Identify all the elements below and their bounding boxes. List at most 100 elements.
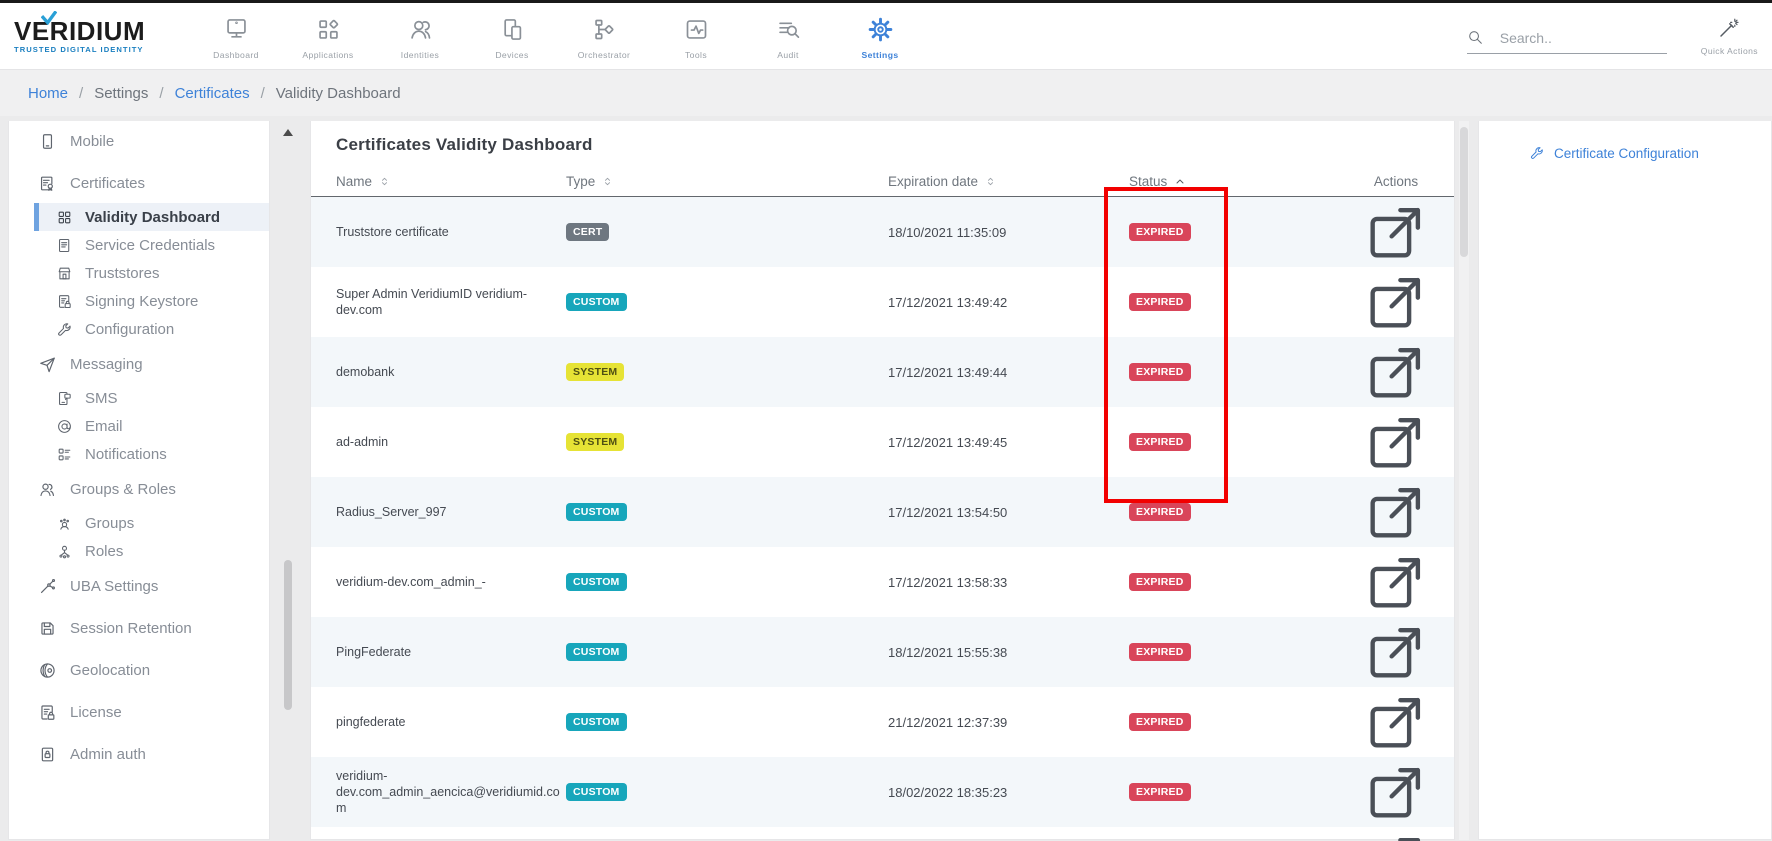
row-actions — [1361, 407, 1431, 477]
sidebar-item-configuration[interactable]: Configuration — [9, 315, 269, 343]
sidebar-item-geolocation[interactable]: Geolocation — [9, 656, 269, 684]
cert-expiration-date: 17/12/2021 13:58:33 — [888, 575, 1108, 590]
content-scrollbar-thumb[interactable] — [1460, 127, 1468, 257]
open-in-new-icon[interactable] — [1361, 197, 1431, 267]
sidebar-item-notifications[interactable]: Notifications — [9, 440, 269, 468]
nav-item-label: Devices — [495, 50, 528, 60]
cert-name: PingFederate — [336, 644, 566, 660]
type-badge: CUSTOM — [566, 293, 627, 311]
type-badge: CUSTOM — [566, 573, 627, 591]
open-in-new-icon[interactable] — [1361, 617, 1431, 687]
sidebar-item-label: Service Credentials — [85, 237, 215, 254]
sidebar-item-signing-keystore[interactable]: Signing Keystore — [9, 287, 269, 315]
sidebar-item-sms[interactable]: SMS — [9, 384, 269, 412]
cert-status: EXPIRED — [1108, 713, 1361, 731]
nav-item-label: Audit — [777, 50, 799, 60]
nav-item-settings[interactable]: Settings — [834, 12, 926, 60]
table-row: ad-adminSYSTEM17/12/2021 13:49:45EXPIRED — [311, 407, 1454, 477]
nav-item-label: Tools — [685, 50, 707, 60]
globe-icon — [38, 661, 57, 680]
veridium-logo[interactable]: VERIDIUM TRUSTED DIGITAL IDENTITY — [14, 18, 164, 54]
type-badge: SYSTEM — [566, 363, 624, 381]
certificate-icon — [38, 174, 57, 193]
content-scrollbar — [1459, 121, 1469, 840]
nav-item-identities[interactable]: Identities — [374, 12, 466, 60]
column-header-expiration-date[interactable]: Expiration date — [888, 174, 1108, 189]
grid-icon — [56, 209, 73, 226]
nav-item-tools[interactable]: Tools — [650, 12, 742, 60]
certificate-configuration-link[interactable]: Certificate Configuration — [1529, 145, 1771, 161]
type-badge: SYSTEM — [566, 433, 624, 451]
sidebar-item-certificates[interactable]: Certificates — [9, 169, 269, 197]
sidebar-item-messaging[interactable]: Messaging — [9, 350, 269, 378]
save-icon — [38, 619, 57, 638]
logo-tagline: TRUSTED DIGITAL IDENTITY — [14, 45, 164, 54]
open-in-new-icon[interactable] — [1361, 407, 1431, 477]
sidebar-item-groups-roles[interactable]: Groups & Roles — [9, 475, 269, 503]
sidebar-item-uba-settings[interactable]: UBA Settings — [9, 572, 269, 600]
sidebar-item-label: Messaging — [70, 356, 143, 373]
breadcrumb-item-certificates[interactable]: Certificates — [175, 85, 250, 102]
open-in-new-icon[interactable] — [1361, 337, 1431, 407]
table-header-row: NameTypeExpiration dateStatusActions — [311, 167, 1454, 197]
sidebar-item-service-credentials[interactable]: Service Credentials — [9, 231, 269, 259]
row-actions — [1361, 617, 1431, 687]
cert-type: CUSTOM — [566, 713, 888, 731]
sidebar-item-label: Roles — [85, 543, 123, 560]
nav-item-dashboard[interactable]: Dashboard — [190, 12, 282, 60]
type-badge: CUSTOM — [566, 643, 627, 661]
search-icon[interactable] — [1467, 29, 1484, 46]
breadcrumb-item-validity-dashboard: Validity Dashboard — [276, 85, 401, 102]
open-in-new-icon[interactable] — [1361, 827, 1431, 841]
sidebar-item-license[interactable]: License — [9, 698, 269, 726]
column-header-name[interactable]: Name — [336, 174, 566, 189]
table-row: Truststore certificateCERT18/10/2021 11:… — [311, 197, 1454, 267]
document-lock-icon — [56, 293, 73, 310]
sidebar-item-validity-dashboard[interactable]: Validity Dashboard — [34, 203, 269, 231]
status-badge: EXPIRED — [1129, 223, 1191, 241]
nav-item-audit[interactable]: Audit — [742, 12, 834, 60]
quick-actions-button[interactable]: Quick Actions — [1701, 16, 1758, 56]
row-actions — [1361, 757, 1431, 827]
scroll-up-arrow[interactable] — [283, 129, 293, 136]
nav-item-devices[interactable]: Devices — [466, 12, 558, 60]
sidebar-item-groups[interactable]: Groups — [9, 509, 269, 537]
open-in-new-icon[interactable] — [1361, 477, 1431, 547]
list-icon — [56, 446, 73, 463]
quick-actions-label: Quick Actions — [1701, 46, 1758, 56]
sidebar-item-label: Groups & Roles — [70, 481, 176, 498]
nav-item-label: Applications — [302, 50, 353, 60]
cert-status: EXPIRED — [1108, 643, 1361, 661]
breadcrumb-separator: / — [79, 85, 83, 102]
cert-name: veridium-dev.com_admin_- — [336, 574, 566, 590]
open-in-new-icon[interactable] — [1361, 547, 1431, 617]
breadcrumb-item-home[interactable]: Home — [28, 85, 68, 102]
nav-item-orchestrator[interactable]: Orchestrator — [558, 12, 650, 60]
sidebar-item-truststores[interactable]: Truststores — [9, 259, 269, 287]
sidebar-item-email[interactable]: Email — [9, 412, 269, 440]
cert-status: EXPIRED — [1108, 363, 1361, 381]
column-header-status[interactable]: Status — [1108, 174, 1361, 189]
open-in-new-icon[interactable] — [1361, 757, 1431, 827]
sidebar-item-roles[interactable]: Roles — [9, 537, 269, 565]
settings-sidebar: Mobile Certificates Validity Dashboard Serv… — [8, 121, 270, 840]
sidebar-item-label: Truststores — [85, 265, 159, 282]
sidebar-scrollbar-thumb[interactable] — [284, 560, 292, 710]
open-in-new-icon[interactable] — [1361, 267, 1431, 337]
table-row: pingfederateCUSTOM21/12/2021 12:37:39EXP… — [311, 687, 1454, 757]
sidebar-item-label: Geolocation — [70, 662, 150, 679]
nav-item-applications[interactable]: Applications — [282, 12, 374, 60]
cert-type: CUSTOM — [566, 573, 888, 591]
sidebar-item-mobile[interactable]: Mobile — [9, 127, 269, 155]
cert-type: SYSTEM — [566, 433, 888, 451]
main-nav: Dashboard Applications Identities Devices Or… — [190, 12, 926, 60]
column-header-type[interactable]: Type — [566, 174, 888, 189]
branch-icon — [38, 577, 57, 596]
search-input[interactable] — [1500, 30, 1650, 46]
sidebar-item-admin-auth[interactable]: Admin auth — [9, 740, 269, 768]
logo-text: VERIDIUM — [14, 18, 164, 44]
sidebar-item-session-retention[interactable]: Session Retention — [9, 614, 269, 642]
open-in-new-icon[interactable] — [1361, 687, 1431, 757]
magic-wand-icon — [1717, 16, 1741, 40]
cert-status: EXPIRED — [1108, 783, 1361, 801]
